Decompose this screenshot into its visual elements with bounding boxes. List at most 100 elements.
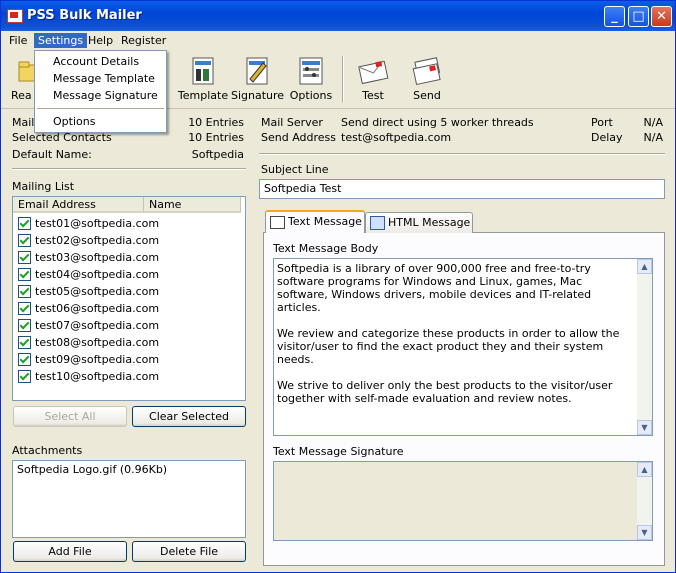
- row-checkbox[interactable]: [18, 319, 31, 332]
- delay-value: N/A: [643, 131, 663, 144]
- menu-register[interactable]: Register: [117, 33, 170, 48]
- scroll-down-icon[interactable]: ▼: [637, 525, 652, 540]
- send-mail-icon: [411, 55, 443, 87]
- mailing-list-label: Mailing List: [12, 180, 75, 193]
- row-checkbox[interactable]: [18, 217, 31, 230]
- divider: [259, 153, 665, 155]
- table-row[interactable]: test09@softpedia.com: [13, 351, 241, 368]
- menu-help[interactable]: Help: [84, 33, 117, 48]
- table-row[interactable]: test02@softpedia.com: [13, 232, 241, 249]
- table-row[interactable]: test10@softpedia.com: [13, 368, 241, 385]
- menu-bar: File Settings Help Register: [1, 31, 675, 50]
- tab-html-message[interactable]: HTML Message: [365, 212, 473, 233]
- settings-dropdown-menu: Account Details Message Template Message…: [34, 50, 167, 133]
- close-button[interactable]: ✕: [651, 6, 672, 27]
- row-checkbox[interactable]: [18, 251, 31, 264]
- message-body-text: Softpedia is a library of over 900,000 f…: [277, 262, 632, 418]
- row-checkbox[interactable]: [18, 353, 31, 366]
- row-checkbox[interactable]: [18, 234, 31, 247]
- mail-entries-value: 10 Entries: [188, 116, 244, 129]
- text-message-body-label: Text Message Body: [273, 242, 379, 255]
- menu-item-options[interactable]: Options: [35, 113, 166, 130]
- scroll-up-icon[interactable]: ▲: [637, 259, 652, 274]
- subject-line-label: Subject Line: [261, 163, 329, 176]
- menu-item-message-template[interactable]: Message Template: [35, 70, 166, 87]
- mail-server-label: Mail Server: [261, 116, 323, 129]
- menu-separator: [37, 108, 164, 109]
- table-row[interactable]: test06@softpedia.com: [13, 300, 241, 317]
- clear-selected-button[interactable]: Clear Selected: [132, 406, 246, 427]
- row-checkbox[interactable]: [18, 302, 31, 315]
- row-checkbox[interactable]: [18, 336, 31, 349]
- menu-settings[interactable]: Settings: [34, 33, 88, 48]
- row-email: test04@softpedia.com: [35, 268, 160, 281]
- menu-file[interactable]: File: [5, 33, 31, 48]
- table-row[interactable]: test03@softpedia.com: [13, 249, 241, 266]
- text-doc-icon: [270, 216, 285, 229]
- divider: [12, 168, 246, 170]
- body-paragraph: We review and categorize these products …: [277, 327, 620, 366]
- text-message-signature-input[interactable]: ▲ ▼: [273, 461, 653, 541]
- mailing-list[interactable]: Email Address Name test01@softpedia.com t…: [12, 196, 246, 401]
- table-row[interactable]: test01@softpedia.com: [13, 215, 241, 232]
- signature-tool-label: Signature: [231, 89, 285, 102]
- column-header-email[interactable]: Email Address: [13, 197, 144, 213]
- add-file-button[interactable]: Add File: [13, 541, 127, 562]
- signature-tool-button[interactable]: Signature: [231, 53, 285, 105]
- text-message-body-input[interactable]: Softpedia is a library of over 900,000 f…: [273, 258, 653, 436]
- attachment-item[interactable]: Softpedia Logo.gif (0.96Kb): [17, 463, 167, 476]
- subject-line-value: Softpedia Test: [264, 182, 342, 195]
- row-email: test01@softpedia.com: [35, 217, 160, 230]
- read-tool-label: Rea: [11, 89, 32, 102]
- subject-line-input[interactable]: Softpedia Test: [259, 179, 665, 199]
- row-email: test06@softpedia.com: [35, 302, 160, 315]
- delay-label: Delay: [591, 131, 623, 144]
- test-tool-label: Test: [362, 89, 384, 102]
- signature-icon: [241, 55, 273, 87]
- body-paragraph: We strive to deliver only the best produ…: [277, 379, 613, 405]
- app-window: PSS Bulk Mailer _ □ ✕ File Settings Help…: [0, 0, 676, 573]
- row-email: test09@softpedia.com: [35, 353, 160, 366]
- select-all-button[interactable]: Select All: [13, 406, 127, 427]
- attachments-label: Attachments: [12, 444, 83, 457]
- row-email: test08@softpedia.com: [35, 336, 160, 349]
- options-tool-label: Options: [289, 89, 333, 102]
- menu-item-account-details[interactable]: Account Details: [35, 53, 166, 70]
- signature-scrollbar[interactable]: ▲ ▼: [637, 462, 652, 540]
- options-icon: [295, 55, 327, 87]
- table-row[interactable]: test08@softpedia.com: [13, 334, 241, 351]
- body-scrollbar[interactable]: ▲ ▼: [637, 259, 652, 435]
- options-tool-button[interactable]: Options: [285, 53, 337, 105]
- delete-file-button[interactable]: Delete File: [132, 541, 246, 562]
- table-row[interactable]: test05@softpedia.com: [13, 283, 241, 300]
- test-tool-button[interactable]: Test: [347, 53, 399, 105]
- row-checkbox[interactable]: [18, 285, 31, 298]
- row-email: test02@softpedia.com: [35, 234, 160, 247]
- row-email: test10@softpedia.com: [35, 370, 160, 383]
- template-tool-button[interactable]: Template: [177, 53, 229, 105]
- text-message-signature-label: Text Message Signature: [273, 445, 404, 458]
- menu-item-message-signature[interactable]: Message Signature: [35, 87, 166, 104]
- column-header-name[interactable]: Name: [144, 197, 241, 213]
- port-label: Port: [591, 116, 613, 129]
- port-value: N/A: [643, 116, 663, 129]
- default-name-label: Default Name:: [12, 148, 92, 161]
- scroll-up-icon[interactable]: ▲: [637, 462, 652, 477]
- row-checkbox[interactable]: [18, 268, 31, 281]
- send-address-value: test@softpedia.com: [341, 131, 452, 144]
- mail-label: Mail: [12, 116, 35, 129]
- title-bar[interactable]: PSS Bulk Mailer _ □ ✕: [1, 1, 675, 31]
- send-tool-button[interactable]: Send: [401, 53, 453, 105]
- maximize-button[interactable]: □: [628, 6, 649, 27]
- row-email: test07@softpedia.com: [35, 319, 160, 332]
- table-row[interactable]: test07@softpedia.com: [13, 317, 241, 334]
- attachments-list[interactable]: Softpedia Logo.gif (0.96Kb): [12, 460, 246, 538]
- mail-server-value: Send direct using 5 worker threads: [341, 116, 534, 129]
- scroll-down-icon[interactable]: ▼: [637, 420, 652, 435]
- minimize-button[interactable]: _: [604, 6, 625, 27]
- window-title: PSS Bulk Mailer: [27, 8, 142, 23]
- send-tool-label: Send: [413, 89, 441, 102]
- row-checkbox[interactable]: [18, 370, 31, 383]
- table-row[interactable]: test04@softpedia.com: [13, 266, 241, 283]
- tab-text-message[interactable]: Text Message: [265, 210, 365, 233]
